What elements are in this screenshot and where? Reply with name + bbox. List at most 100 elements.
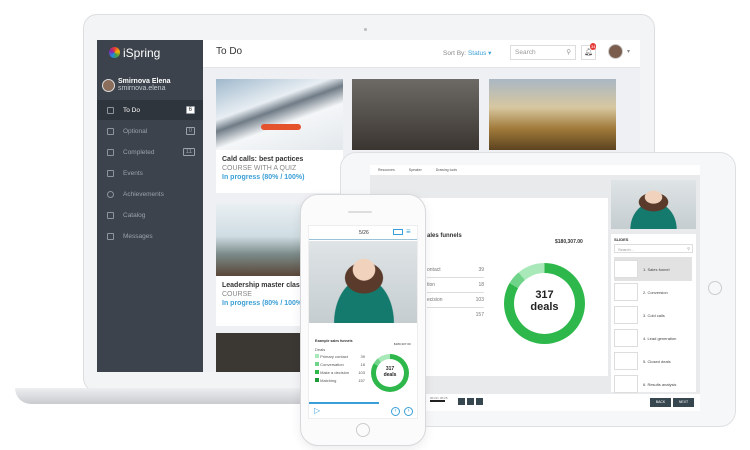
tab-drawing-tools[interactable]: Drawing tools <box>436 168 457 172</box>
row-label: ecision <box>427 297 443 303</box>
playback-progress[interactable] <box>309 402 379 404</box>
list-item: Make a decision 103 <box>315 369 365 377</box>
search-icon: ⚲ <box>566 49 571 56</box>
deals-donut: 317 deals <box>504 263 585 344</box>
search-icon: ⚲ <box>687 246 690 251</box>
slides-search-input[interactable]: Search... ⚲ <box>614 244 693 253</box>
course-type: COURSE WITH A QUIZ <box>222 165 297 172</box>
count-badge: 6 <box>185 106 195 114</box>
search-input[interactable]: Search ⚲ <box>510 45 576 60</box>
sidebar-item-todo[interactable]: To Do 6 <box>97 100 203 120</box>
back-button[interactable]: BACK <box>650 398 671 407</box>
slide-amount: $180,307.00 <box>394 342 411 346</box>
row-value: 39 <box>360 354 365 359</box>
slides-view-icon[interactable] <box>393 229 403 235</box>
logo[interactable]: iSpring <box>109 46 160 60</box>
tab-speaker[interactable]: Speaker <box>409 168 422 172</box>
speaker-video <box>611 180 696 229</box>
label: To Do <box>123 106 140 114</box>
tab-resources[interactable]: Resources <box>378 168 395 172</box>
sidebar-item-achievements[interactable]: Achievements <box>97 184 203 204</box>
progress-bar[interactable] <box>430 400 445 402</box>
slide-item[interactable]: 1. Sales funnel <box>614 257 692 281</box>
label: Catalog <box>123 211 146 219</box>
caret-down-icon: ▾ <box>627 49 631 55</box>
row-value: 39 <box>478 267 484 273</box>
course-card[interactable] <box>489 79 616 150</box>
user-name: Smirnova Elena <box>118 78 171 85</box>
row-value: 103 <box>475 297 484 303</box>
next-icon[interactable]: › <box>404 407 413 416</box>
slide-item[interactable]: 5. Closed deals <box>614 349 692 373</box>
count-badge: 11 <box>182 148 195 156</box>
slide-item[interactable]: 4. Lead generation <box>614 326 692 350</box>
table-row: tion 18 <box>427 278 484 293</box>
slides-panel: SLIDES Search... ⚲ 1. Sales funnel 2. Con… <box>611 234 696 393</box>
slide-label: 4. Lead generation <box>643 335 677 341</box>
fullscreen-icon[interactable] <box>476 398 483 405</box>
slides-heading: SLIDES <box>614 237 629 242</box>
document-icon <box>107 127 114 135</box>
sidebar-item-messages[interactable]: Messages <box>97 226 203 246</box>
bell-icon: 🔔︎ <box>584 49 593 56</box>
tablet-home-button <box>708 281 722 295</box>
slide-item[interactable]: 2. Conversion <box>614 280 692 304</box>
row-value: 18 <box>478 282 484 288</box>
course-image <box>216 79 343 150</box>
next-button[interactable]: NEXT <box>673 398 694 407</box>
laptop-camera <box>364 28 367 31</box>
slide-label: 2. Conversion <box>643 289 668 295</box>
sort-control[interactable]: Sort By: Status ▾ <box>443 49 491 57</box>
row-label: Make a decision <box>320 370 350 375</box>
slide-thumbnail <box>614 375 638 393</box>
course-card[interactable]: Cald calls: best pactices COURSE WITH A … <box>216 79 343 193</box>
sidebar-item-optional[interactable]: Optional 0 <box>97 121 203 141</box>
row-value: 157 <box>358 378 365 383</box>
table-row: ecision 103 <box>427 293 484 308</box>
play-icon[interactable]: ▷ <box>314 406 320 415</box>
slide-item[interactable]: 6. Results analysis <box>614 372 692 396</box>
slide-title: Example sales funnels <box>315 339 353 343</box>
course-card[interactable] <box>352 79 479 150</box>
sidebar-item-completed[interactable]: Completed 11 <box>97 142 203 162</box>
user-profile[interactable]: Smirnova Elena smirnova.elena <box>102 78 171 92</box>
sidebar-item-events[interactable]: Events <box>97 163 203 183</box>
label: Achievements <box>123 190 164 198</box>
label: Completed <box>123 148 155 156</box>
medal-icon <box>107 190 114 198</box>
volume-icon[interactable] <box>467 398 474 405</box>
replay-icon[interactable] <box>458 398 465 405</box>
search-placeholder: Search... <box>618 247 635 252</box>
row-label: Primary contact <box>320 354 348 359</box>
phone-home-button <box>356 423 370 437</box>
time-display: 00:20 / 00:25 <box>430 396 448 400</box>
caret-down-icon: ▾ <box>486 50 492 57</box>
donut-label: deals <box>530 301 559 313</box>
deals-list: Primary contact 39 Conversation 18 Make a … <box>315 353 365 385</box>
calendar-icon <box>107 169 114 177</box>
slide-thumbnail <box>614 306 638 324</box>
sort-value: Status <box>467 50 487 57</box>
list-item: Matching 157 <box>315 377 365 385</box>
slide-item[interactable]: 3. Cold calls <box>614 303 692 327</box>
row-label: Matching <box>320 378 337 383</box>
menu-icon[interactable]: ≡ <box>406 227 411 236</box>
list-item: Primary contact 39 <box>315 353 365 361</box>
course-title: Cald calls: best pactices <box>222 156 304 163</box>
previous-icon[interactable]: ‹ <box>391 407 400 416</box>
list-item: Conversation 18 <box>315 361 365 369</box>
notifications-button[interactable]: 🔔︎ 34 <box>581 43 597 60</box>
deals-donut: 317 deals <box>371 354 409 392</box>
course-progress: In progress (80% / 100%) <box>222 174 305 181</box>
count-badge: 0 <box>185 127 195 135</box>
slide-label: 5. Closed deals <box>643 358 671 364</box>
user-avatar-button[interactable] <box>608 44 623 59</box>
table-row: ontact 39 <box>427 263 484 278</box>
funnel-table: ontact 39 tion 18 ecision 103 157 <box>427 263 484 322</box>
sidebar-item-catalog[interactable]: Catalog <box>97 205 203 225</box>
header: To Do Sort By: Status ▾ Search ⚲ 🔔︎ 34 ▾ <box>203 40 640 68</box>
logo-text: iSpring <box>123 46 161 60</box>
catalog-icon <box>107 211 114 219</box>
avatar <box>102 78 115 92</box>
speaker-video <box>309 241 417 323</box>
